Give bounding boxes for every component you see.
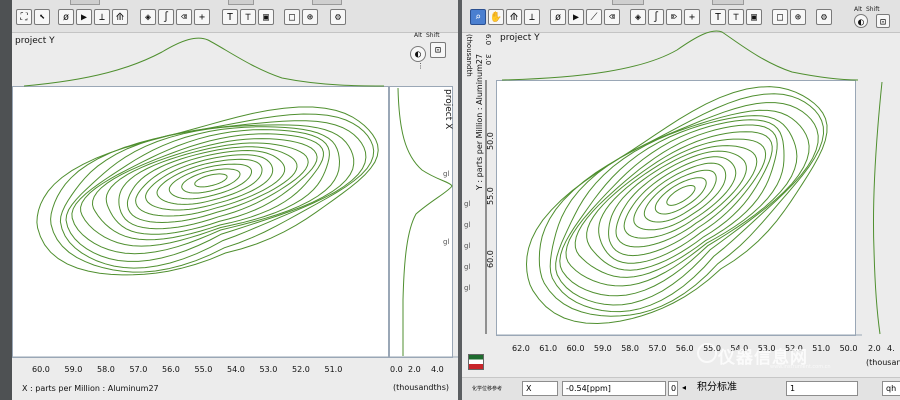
projection-y-curve <box>501 30 859 81</box>
x-tick-label: 60.0 <box>566 344 585 353</box>
side-tick: 4. <box>887 344 895 353</box>
x-axis-title: X : parts per Million : Aluminum27 <box>22 384 159 393</box>
contour-line <box>194 173 228 188</box>
x-tick-label: 51.0 <box>812 344 831 353</box>
right-plot-graphics <box>485 30 883 336</box>
monitor-bezel <box>0 0 12 400</box>
x-tick-label: 60.0 <box>32 365 50 374</box>
contour-group <box>525 86 828 325</box>
contour-line <box>525 86 828 325</box>
x-tick-label: 52.0 <box>292 365 310 374</box>
side-unit-label: (thousand <box>866 358 900 367</box>
axis-select[interactable]: X <box>522 381 558 396</box>
side-projection-curve <box>872 81 883 335</box>
shift-reference-label: 化学位移参考 <box>472 386 503 392</box>
x-tick-label: 50.0 <box>839 344 858 353</box>
spin-icon[interactable]: ◂ <box>682 381 692 396</box>
projection-x-curve <box>397 87 453 356</box>
contour-line <box>168 163 252 200</box>
integral-standard-label: 积分标准 <box>694 381 784 396</box>
right-spectrum-window: ⌕ ✋ ⟰ ⊥ ø ▶ ⟋ ⌫ ◈ ∫ ⌦ + T ⊤ ▣ □ ⊕ ⚙ Alt … <box>462 0 900 400</box>
x-tick-label: 61.0 <box>539 344 558 353</box>
x-tick-label: 57.0 <box>648 344 667 353</box>
side-tick: 4.0 <box>431 365 444 374</box>
x-tick-label: 56.0 <box>675 344 694 353</box>
y-tick-label: 50.0 <box>486 132 495 150</box>
y-tick-label: 55.0 <box>486 187 495 205</box>
side-tick: 2.0 <box>408 365 421 374</box>
watermark-logo-icon <box>697 343 717 363</box>
integral-value-field[interactable]: 1 <box>786 381 858 396</box>
zero-field[interactable]: 0 <box>668 381 678 396</box>
contour-line <box>538 93 825 317</box>
screen: ⛶ ⬉ ø ▶ ⊥ ⟰ ◈ ∫ ⌫ + T ⊤ ▣ □ ⊕ ⚙ project … <box>0 0 900 400</box>
x-tick-label: 59.0 <box>593 344 612 353</box>
x-tick-label: 51.0 <box>324 365 343 374</box>
side-tick: 0.0 <box>390 365 403 374</box>
x-tick-label: 58.0 <box>621 344 639 353</box>
left-spectrum-window: ⛶ ⬉ ø ▶ ⊥ ⟰ ◈ ∫ ⌫ + T ⊤ ▣ □ ⊕ ⚙ project … <box>12 0 458 400</box>
side-unit-label: (thousandths) <box>393 383 450 392</box>
tail-field[interactable]: qh <box>882 381 900 396</box>
x-tick-label: 62.0 <box>512 344 530 353</box>
watermark-url: www.instrument.com.cn <box>770 364 831 370</box>
left-plot-graphics <box>12 37 458 358</box>
contour-group <box>36 106 379 276</box>
x-tick-label: 58.0 <box>97 365 115 374</box>
side-tick: 2.0 <box>868 344 881 353</box>
flag-icon[interactable] <box>468 354 484 370</box>
x-tick-label: 53.0 <box>259 365 278 374</box>
y-tick-label: 60.0 <box>486 250 495 268</box>
x-tick-label: 54.0 <box>227 365 245 374</box>
shift-value-field[interactable]: -0.54[ppm] <box>562 381 666 396</box>
contour-line <box>50 113 375 273</box>
projection-y-curve <box>23 37 385 87</box>
x-tick-label: 56.0 <box>162 365 180 374</box>
x-tick-label: 57.0 <box>129 365 148 374</box>
x-tick-label: 59.0 <box>64 365 83 374</box>
bottom-status-bar: 化学位移参考 X -0.54[ppm] 0 ◂ 积分标准 1 qh <box>462 377 900 400</box>
x-tick-label: 55.0 <box>194 365 213 374</box>
contour-line <box>643 169 717 223</box>
contour-line <box>623 156 737 239</box>
